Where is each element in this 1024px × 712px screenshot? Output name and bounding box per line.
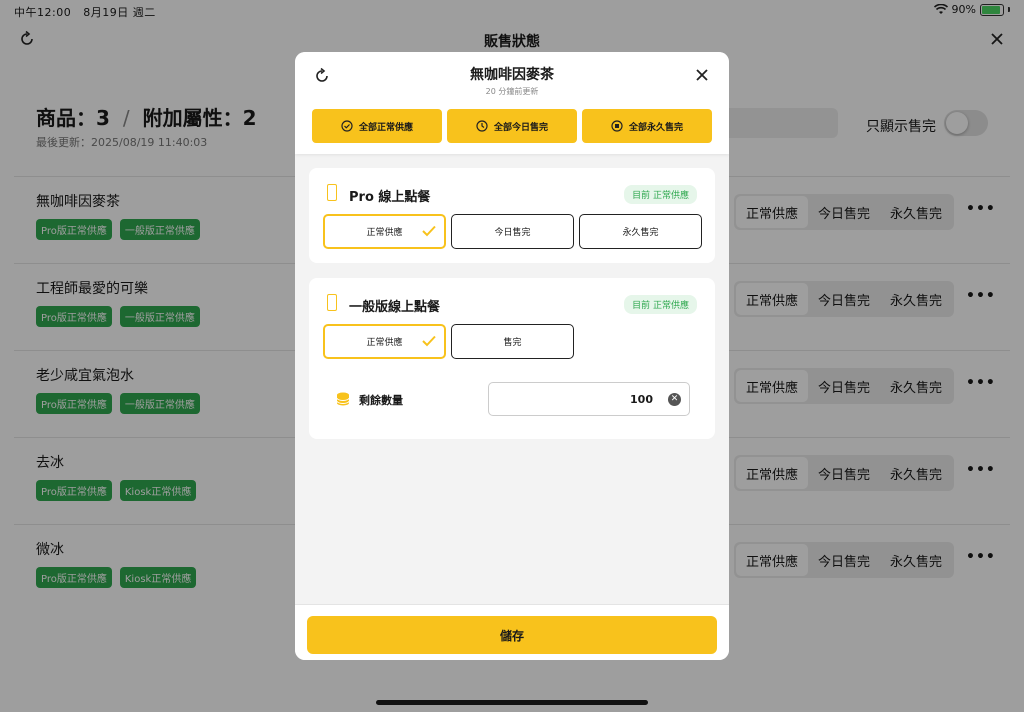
option-normal[interactable]: 正常供應: [323, 324, 446, 359]
option-normal[interactable]: 正常供應: [323, 214, 446, 249]
option-label: 永久售完: [622, 228, 659, 238]
phone-icon: [327, 294, 337, 311]
modal-subtitle: 20 分鐘前更新: [485, 87, 539, 96]
channel-options: 正常供應 售完: [323, 324, 574, 359]
remaining-quantity-input[interactable]: 100 ✕: [488, 382, 690, 416]
option-label: 正常供應: [366, 338, 403, 348]
channel-options: 正常供應 今日售完 永久售完: [323, 214, 702, 249]
all-normal-button[interactable]: 全部正常供應: [312, 109, 442, 143]
option-label: 今日售完: [494, 228, 531, 238]
all-normal-label: 全部正常供應: [358, 122, 413, 133]
bulk-actions: 全部正常供應 全部今日售完 全部永久售完: [312, 109, 712, 143]
channel-card-pro: Pro 線上點餐 目前 正常供應 正常供應 今日售完 永久售完: [309, 168, 715, 263]
stop-circle-icon: [611, 120, 623, 132]
check-circle-icon: [341, 120, 353, 132]
option-today-sold-out[interactable]: 今日售完: [451, 214, 574, 249]
remaining-quantity-value: 100: [630, 393, 653, 406]
all-today-sold-out-label: 全部今日售完: [493, 122, 548, 133]
checkmark-icon: [422, 225, 436, 237]
clock-icon: [476, 120, 488, 132]
channel-title: Pro 線上點餐: [349, 190, 431, 205]
status-badge: 目前 正常供應: [624, 295, 697, 314]
channel-title: 一般版線上點餐: [349, 300, 441, 315]
remaining-quantity-row: 剩餘數量 100 ✕: [323, 382, 703, 418]
coin-stack-icon: [336, 392, 350, 406]
home-indicator[interactable]: [376, 700, 648, 705]
option-label: 正常供應: [366, 228, 403, 238]
sales-status-modal: 無咖啡因麥茶 20 分鐘前更新 全部正常供應 全部今日售完 全部永久售完 Pro…: [295, 52, 729, 660]
option-label: 售完: [503, 338, 522, 348]
modal-title: 無咖啡因麥茶: [470, 67, 554, 83]
modal-footer: 儲存: [295, 604, 729, 660]
all-today-sold-out-button[interactable]: 全部今日售完: [447, 109, 577, 143]
option-permanent-sold-out[interactable]: 永久售完: [579, 214, 702, 249]
channel-card-standard: 一般版線上點餐 目前 正常供應 正常供應 售完 剩餘數量 100 ✕: [309, 278, 715, 439]
all-permanent-sold-out-button[interactable]: 全部永久售完: [582, 109, 712, 143]
close-icon[interactable]: [695, 68, 709, 82]
modal-header: 無咖啡因麥茶 20 分鐘前更新 全部正常供應 全部今日售完 全部永久售完: [295, 52, 729, 154]
save-button[interactable]: 儲存: [307, 616, 717, 654]
clear-icon[interactable]: ✕: [668, 393, 681, 406]
status-badge: 目前 正常供應: [624, 185, 697, 204]
all-permanent-sold-out-label: 全部永久售完: [628, 122, 683, 133]
phone-icon: [327, 184, 337, 201]
remaining-quantity-label: 剩餘數量: [359, 394, 403, 407]
option-sold-out[interactable]: 售完: [451, 324, 574, 359]
checkmark-icon: [422, 335, 436, 347]
